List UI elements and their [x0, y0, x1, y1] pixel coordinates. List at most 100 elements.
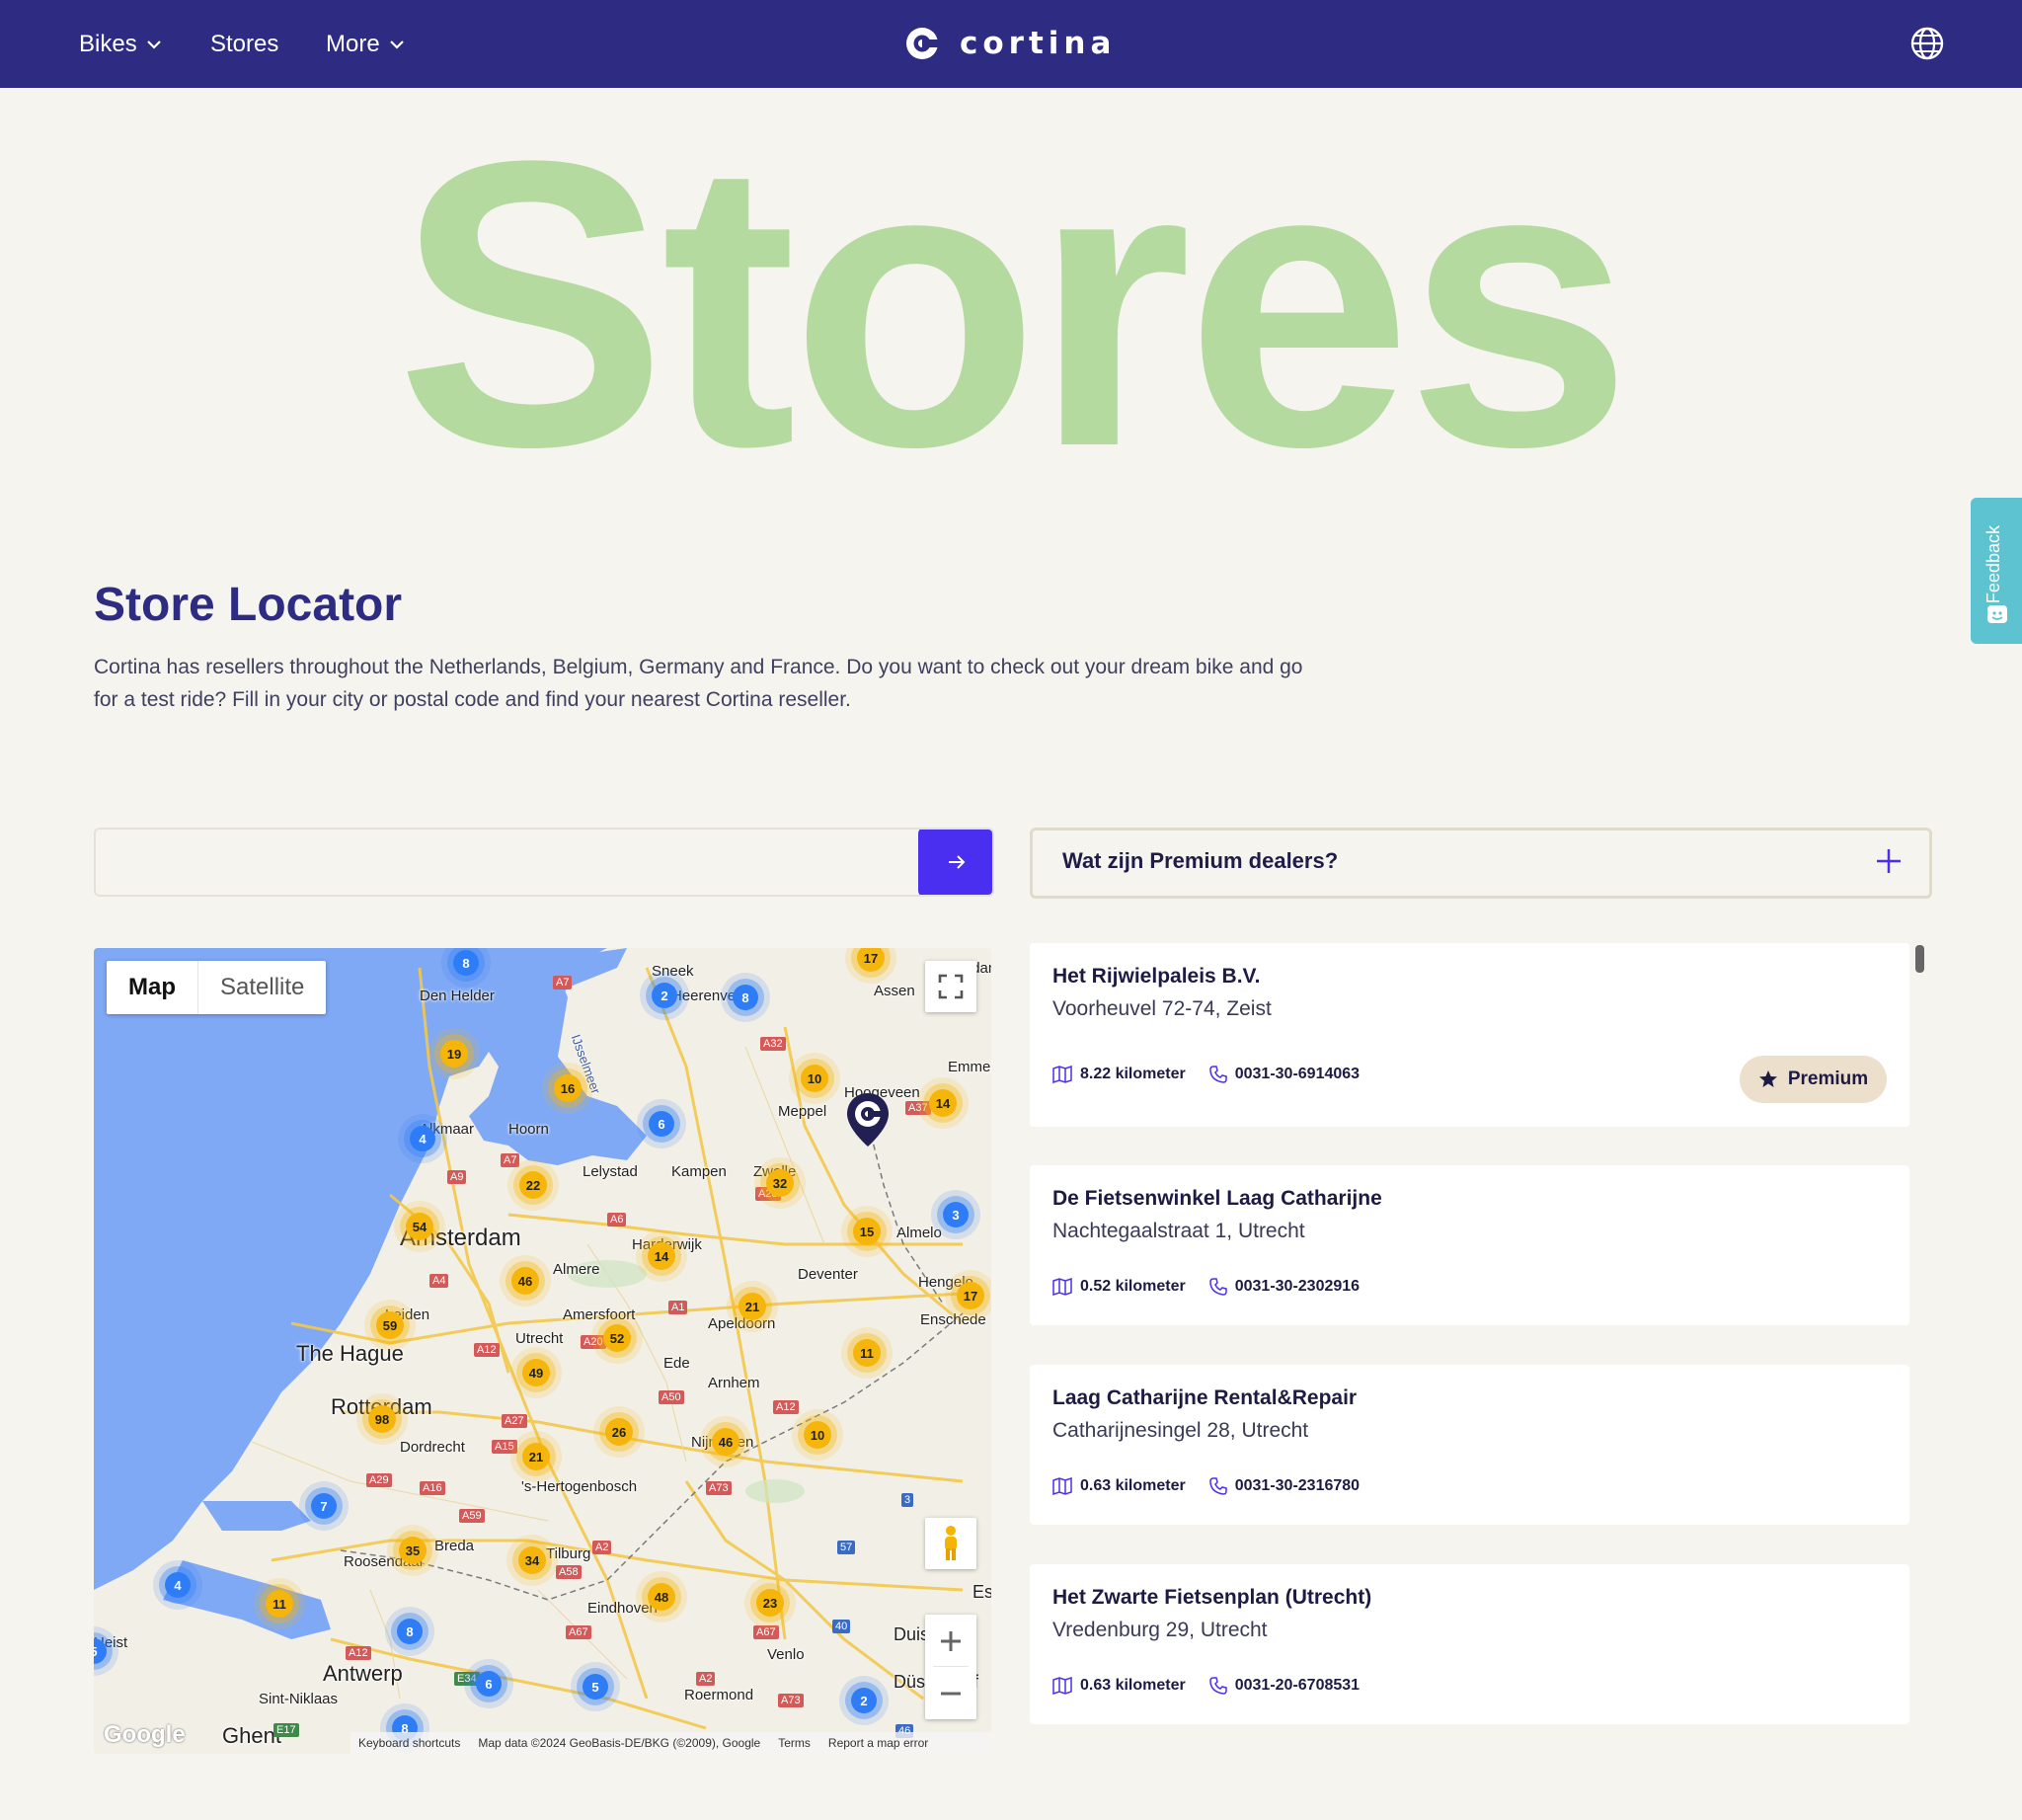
zoom-out-button[interactable] — [925, 1667, 976, 1719]
store-card[interactable]: De Fietsenwinkel Laag Catharijne Nachtega… — [1030, 1165, 1909, 1325]
store-cluster-marker[interactable]: 46 — [712, 1428, 739, 1456]
cortina-logo[interactable]: cortina — [904, 24, 1116, 63]
store-card[interactable]: Het Rijwielpaleis B.V. Voorheuvel 72-74, … — [1030, 943, 1909, 1127]
store-phone[interactable]: 0031-30-2316780 — [1235, 1477, 1360, 1495]
nav-bikes[interactable]: Bikes — [79, 0, 163, 88]
map-type-map[interactable]: Map — [107, 961, 198, 1014]
store-cluster-marker[interactable]: 34 — [518, 1546, 546, 1574]
store-meta: 0.63 kilometer 0031-20-6708531 — [1052, 1677, 1373, 1695]
store-cluster-marker[interactable]: 17 — [957, 1282, 984, 1309]
premium-dealers-accordion[interactable]: Wat zijn Premium dealers? — [1030, 828, 1932, 899]
store-cluster-marker-small[interactable]: 4 — [410, 1126, 435, 1151]
premium-dealers-question: Wat zijn Premium dealers? — [1062, 848, 1339, 873]
store-cluster-marker[interactable]: 15 — [853, 1218, 881, 1245]
store-address: Catharijnesingel 28, Utrecht — [1052, 1419, 1309, 1442]
google-logo: Google — [104, 1721, 186, 1748]
store-phone[interactable]: 0031-30-2302916 — [1235, 1278, 1360, 1296]
store-cluster-marker[interactable]: 98 — [368, 1405, 396, 1433]
store-cluster-marker[interactable]: 19 — [440, 1040, 468, 1068]
store-cluster-marker[interactable]: 22 — [519, 1171, 547, 1199]
map-place-label: Kampen — [671, 1163, 727, 1180]
keyboard-shortcuts-link[interactable]: Keyboard shortcuts — [358, 1736, 460, 1750]
cortina-location-pin-icon[interactable] — [844, 1091, 892, 1148]
feedback-label: Feedback — [1983, 525, 2003, 604]
store-cluster-marker[interactable]: 54 — [406, 1213, 433, 1240]
location-search-input[interactable] — [96, 830, 905, 895]
pegman-icon — [945, 1526, 957, 1560]
map-place-label: Sneek — [652, 963, 694, 980]
store-cluster-marker[interactable]: 59 — [376, 1311, 404, 1339]
store-cluster-marker-small[interactable]: 6 — [649, 1111, 674, 1137]
map-type-satellite[interactable]: Satellite — [198, 961, 326, 1014]
road-shield: A15 — [492, 1440, 517, 1454]
store-cluster-marker[interactable]: 10 — [801, 1065, 828, 1092]
store-cluster-marker-small[interactable]: 8 — [397, 1619, 423, 1644]
store-cluster-marker-small[interactable]: 8 — [733, 985, 758, 1010]
store-cluster-marker[interactable]: 10 — [804, 1421, 831, 1449]
road-shield: A67 — [753, 1625, 779, 1639]
store-cluster-marker[interactable]: 35 — [399, 1537, 427, 1564]
map-place-label: Almelo — [896, 1225, 942, 1241]
store-cluster-marker[interactable]: 21 — [522, 1443, 550, 1470]
store-card[interactable]: Het Zwarte Fietsenplan (Utrecht) Vredenbu… — [1030, 1564, 1909, 1724]
store-cluster-marker-small[interactable]: 2 — [652, 983, 677, 1008]
store-cluster-marker[interactable]: 26 — [605, 1418, 633, 1446]
store-cluster-marker[interactable]: 49 — [522, 1359, 550, 1386]
map-place-label: Ede — [663, 1355, 690, 1372]
store-phone-link[interactable]: 0031-20-6708531 — [1208, 1677, 1360, 1695]
store-cluster-marker-small[interactable]: 4 — [165, 1572, 191, 1598]
nav-stores[interactable]: Stores — [210, 0, 278, 88]
store-cluster-marker-small[interactable]: 8 — [453, 950, 479, 976]
minus-icon — [941, 1692, 961, 1695]
store-locator-title: Store Locator — [94, 579, 403, 631]
store-cluster-marker-small[interactable]: 6 — [476, 1671, 502, 1697]
store-cluster-marker[interactable]: 16 — [554, 1074, 582, 1102]
road-shield: E17 — [273, 1723, 299, 1737]
report-error-link[interactable]: Report a map error — [828, 1736, 928, 1750]
store-name[interactable]: Laag Catharijne Rental&Repair — [1052, 1386, 1357, 1410]
street-view-pegman[interactable] — [925, 1518, 976, 1569]
terms-link[interactable]: Terms — [778, 1736, 811, 1750]
store-cluster-marker[interactable]: 52 — [603, 1324, 631, 1352]
store-list-scrollbar[interactable] — [1915, 945, 1924, 973]
store-phone[interactable]: 0031-30-6914063 — [1235, 1066, 1360, 1083]
feedback-tab[interactable]: Feedback — [1971, 498, 2022, 644]
map-place-label: Deventer — [798, 1266, 858, 1283]
store-cluster-marker[interactable]: 11 — [853, 1339, 881, 1367]
store-cluster-marker-small[interactable]: 2 — [851, 1688, 877, 1713]
store-name[interactable]: De Fietsenwinkel Laag Catharijne — [1052, 1187, 1382, 1211]
nav-stores-label: Stores — [210, 30, 279, 57]
store-cluster-marker[interactable]: 14 — [929, 1089, 957, 1117]
map-place-label: Enschede — [920, 1311, 986, 1328]
store-map[interactable]: Den HelderSneekHeerenveenVeendamAssenEmm… — [94, 948, 991, 1754]
store-phone-link[interactable]: 0031-30-6914063 — [1208, 1066, 1360, 1083]
store-cluster-marker[interactable]: 11 — [266, 1590, 293, 1618]
store-cluster-marker[interactable]: 32 — [766, 1169, 794, 1197]
phone-icon — [1208, 1066, 1227, 1083]
store-cluster-marker-small[interactable]: 5 — [583, 1674, 608, 1700]
store-cluster-marker-small[interactable]: 3 — [943, 1202, 969, 1227]
map-place-label: Venlo — [767, 1646, 805, 1663]
road-shield: A27 — [502, 1414, 527, 1428]
store-phone[interactable]: 0031-20-6708531 — [1235, 1677, 1360, 1695]
store-card[interactable]: Laag Catharijne Rental&Repair Catharijnes… — [1030, 1365, 1909, 1525]
chevron-down-icon — [146, 40, 161, 49]
search-submit-button[interactable] — [918, 830, 992, 895]
store-cluster-marker[interactable]: 46 — [511, 1267, 539, 1295]
store-cluster-marker[interactable]: 21 — [739, 1293, 766, 1320]
store-name[interactable]: Het Zwarte Fietsenplan (Utrecht) — [1052, 1586, 1371, 1610]
store-cluster-marker-small[interactable]: 7 — [311, 1493, 337, 1519]
zoom-in-button[interactable] — [925, 1615, 976, 1667]
store-phone-link[interactable]: 0031-30-2316780 — [1208, 1477, 1360, 1495]
road-shield: 3 — [901, 1493, 914, 1507]
store-name[interactable]: Het Rijwielpaleis B.V. — [1052, 965, 1260, 989]
map-icon — [1052, 1066, 1072, 1083]
store-cluster-marker[interactable]: 48 — [648, 1583, 675, 1611]
fullscreen-button[interactable] — [925, 961, 976, 1012]
globe-icon[interactable] — [1909, 26, 1945, 61]
chevron-down-icon — [389, 40, 404, 49]
store-phone-link[interactable]: 0031-30-2302916 — [1208, 1278, 1360, 1296]
store-cluster-marker[interactable]: 23 — [756, 1589, 784, 1617]
store-cluster-marker[interactable]: 14 — [648, 1242, 675, 1270]
nav-more[interactable]: More — [326, 0, 406, 88]
